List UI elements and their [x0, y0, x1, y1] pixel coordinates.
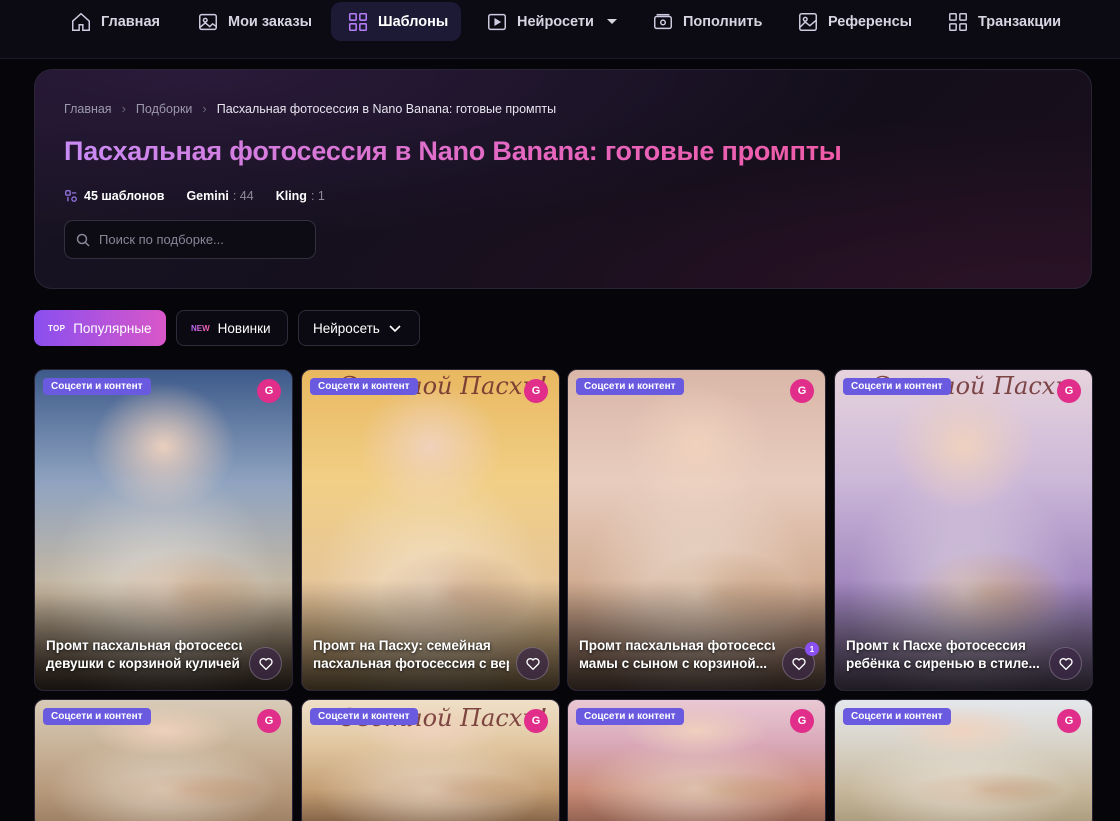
nav-transactions[interactable]: Транзакции — [931, 2, 1077, 41]
wallet-icon — [654, 13, 672, 29]
card-title: Промт пасхальная фотосессия мамы с сыном … — [579, 637, 775, 673]
nav-top-up-label: Пополнить — [683, 13, 763, 30]
template-card[interactable]: Соцсети и контент G Промт пасхальная фотос… — [34, 369, 293, 691]
nav-top-up[interactable]: Пополнить — [636, 2, 778, 41]
templates-count: 45 шаблонов — [84, 189, 165, 203]
gemini-number: : 44 — [232, 189, 254, 203]
nav-networks[interactable]: Нейросети — [470, 2, 633, 41]
card-title: Промт пасхальная фотосессия девушки с кор… — [46, 637, 242, 673]
like-count: 1 — [805, 642, 819, 656]
heart-icon — [258, 657, 273, 670]
card-title-line-2: девушки с корзиной куличей и — [46, 656, 242, 671]
template-card[interactable]: Соцсети и контент G — [34, 699, 293, 821]
kling-count: Kling: 1 — [276, 189, 325, 203]
chevron-down-icon — [389, 325, 401, 333]
nav-transactions-label: Транзакции — [978, 13, 1062, 30]
kling-label: Kling — [275, 189, 307, 203]
gemini-model-badge: G — [1057, 709, 1081, 733]
category-badge: Соцсети и контент — [310, 378, 418, 395]
collection-stats: 45 шаблонов Gemini: 44 Kling: 1 — [64, 189, 347, 203]
gemini-model-badge: G — [524, 379, 548, 403]
category-badge: Соцсети и контент — [843, 708, 951, 725]
templates-count-icon — [65, 190, 77, 202]
card-title-line-2: пасхальная фотосессия с верб — [313, 656, 509, 671]
filter-popular-button[interactable]: TOP Популярные — [34, 310, 166, 346]
template-card[interactable]: Светлой Пасхи Соцсети и контент G Промт к П… — [834, 369, 1093, 691]
filter-new-button[interactable]: NEW Новинки — [176, 310, 288, 346]
top-navigation: Главная Мои заказы Шаблоны Нейросети Поп… — [0, 0, 1120, 59]
nav-my-orders[interactable]: Мои заказы — [181, 2, 328, 41]
card-title-line-1: Промт к Пасхе фотосессия — [846, 638, 1026, 653]
heart-icon — [1058, 657, 1073, 670]
category-badge: Соцсети и контент — [43, 378, 151, 395]
card-title: Промт к Пасхе фотосессия ребёнка с сирень… — [846, 637, 1042, 673]
templates-icon — [348, 12, 368, 31]
like-button[interactable] — [1049, 647, 1082, 680]
search-input[interactable] — [99, 232, 299, 247]
top-tag: TOP — [48, 323, 66, 333]
chevron-down-icon — [606, 19, 617, 24]
nav-references[interactable]: Референсы — [781, 2, 928, 41]
collection-search[interactable] — [64, 220, 316, 259]
card-title: Промт на Пасху: семейная пасхальная фотос… — [313, 637, 509, 673]
nav-home[interactable]: Главная — [54, 2, 176, 41]
breadcrumb-collections[interactable]: Подборки — [136, 102, 192, 116]
category-badge: Соцсети и контент — [576, 708, 684, 725]
heart-icon — [791, 657, 806, 670]
gemini-model-badge: G — [1057, 379, 1081, 403]
gemini-model-badge: G — [257, 379, 281, 403]
video-icon — [488, 13, 506, 30]
gallery-icon — [199, 13, 217, 30]
gemini-model-badge: G — [524, 709, 548, 733]
filter-networks-label: Нейросеть — [313, 320, 380, 336]
template-card[interactable]: Светлой Пасхи! Соцсети и контент G Промт на… — [301, 369, 560, 691]
card-title-line-1: Промт пасхальная фотосессия — [46, 638, 242, 653]
breadcrumb-current: Пасхальная фотосессия в Nano Banana: гот… — [216, 101, 557, 116]
gemini-model-badge: G — [257, 709, 281, 733]
category-badge: Соцсети и контент — [310, 708, 418, 725]
card-title-line-1: Промт на Пасху: семейная — [313, 638, 491, 653]
filter-networks-dropdown[interactable]: Нейросеть — [298, 310, 420, 346]
search-icon — [76, 233, 90, 247]
breadcrumb: Главная › Подборки › Пасхальная фотосесс… — [64, 101, 556, 116]
template-card[interactable]: Светлой Пасхи! Соцсети и контент G — [301, 699, 560, 821]
breadcrumb-home[interactable]: Главная — [64, 102, 112, 116]
nav-networks-label: Нейросети — [517, 13, 594, 30]
category-badge: Соцсети и контент — [843, 378, 951, 395]
breadcrumb-separator: › — [202, 101, 207, 116]
gemini-label: Gemini — [186, 189, 229, 203]
nav-references-label: Референсы — [828, 13, 913, 30]
filter-new-label: Новинки — [217, 320, 271, 336]
gemini-model-badge: G — [790, 379, 814, 403]
nav-templates-label: Шаблоны — [378, 13, 449, 30]
category-badge: Соцсети и контент — [43, 708, 151, 725]
kling-number: : 1 — [310, 189, 325, 203]
gemini-model-badge: G — [790, 709, 814, 733]
image-icon — [799, 12, 817, 31]
gemini-count: Gemini: 44 — [186, 189, 253, 203]
card-title-line-1: Промт пасхальная фотосессия — [579, 638, 775, 653]
page-title: Пасхальная фотосессия в Nano Banana: гот… — [64, 136, 842, 166]
collection-header: Главная › Подборки › Пасхальная фотосесс… — [34, 69, 1092, 289]
breadcrumb-separator: › — [121, 101, 126, 116]
new-tag: NEW — [191, 323, 210, 333]
like-button[interactable] — [516, 647, 549, 680]
like-button[interactable] — [249, 647, 282, 680]
home-icon — [72, 12, 90, 31]
card-title-line-2: ребёнка с сиренью в стиле... — [846, 656, 1040, 671]
filter-popular-label: Популярные — [73, 320, 152, 336]
nav-home-label: Главная — [101, 13, 160, 30]
template-card[interactable]: Соцсети и контент G — [834, 699, 1093, 821]
template-card[interactable]: Соцсети и контент G Промт пасхальная фотос… — [567, 369, 826, 691]
nav-my-orders-label: Мои заказы — [228, 13, 313, 30]
grid-icon — [949, 12, 967, 31]
heart-icon — [525, 657, 540, 670]
template-card[interactable]: Соцсети и контент G — [567, 699, 826, 821]
category-badge: Соцсети и контент — [576, 378, 684, 395]
card-title-line-2: мамы с сыном с корзиной... — [579, 656, 767, 671]
nav-templates[interactable]: Шаблоны — [331, 2, 461, 41]
